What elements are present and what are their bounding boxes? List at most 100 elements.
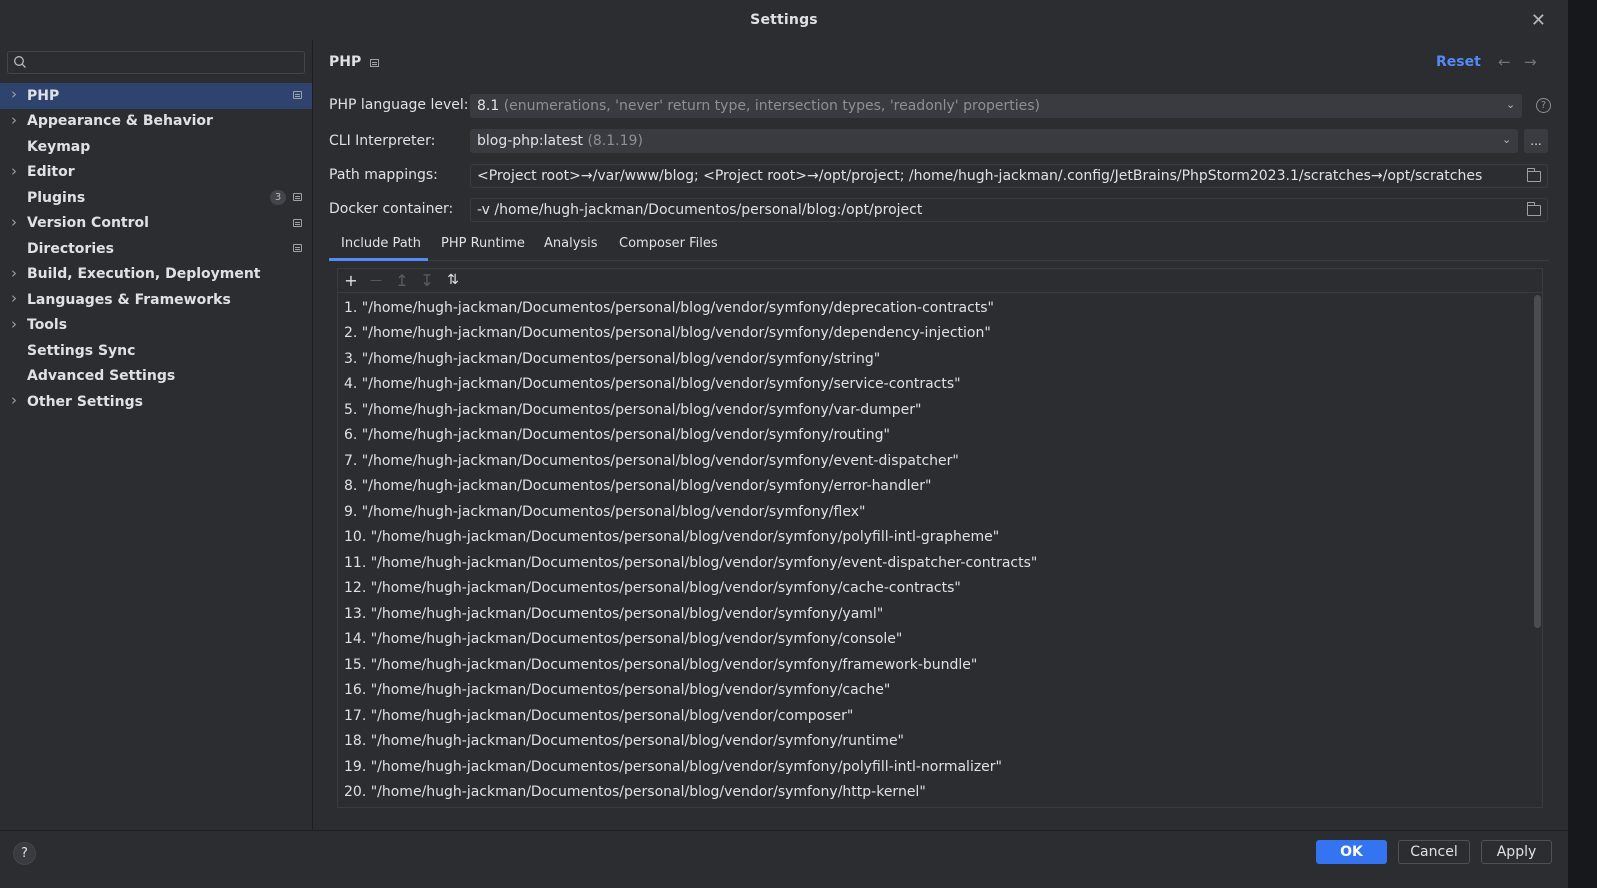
sidebar-item[interactable]: Keymap xyxy=(0,134,312,160)
list-item[interactable]: 5. "/home/hugh-jackman/Documentos/person… xyxy=(344,397,1530,423)
list-item[interactable]: 14. "/home/hugh-jackman/Documentos/perso… xyxy=(344,627,1530,653)
move-down-icon[interactable]: ↧ xyxy=(417,270,437,290)
cli-interpreter-value: blog-php:latest xyxy=(477,133,583,149)
vertical-scrollbar[interactable] xyxy=(1534,295,1541,628)
sort-icon[interactable]: ⇅ xyxy=(443,270,463,290)
list-item[interactable]: 11. "/home/hugh-jackman/Documentos/perso… xyxy=(344,550,1530,576)
sidebar-item[interactable]: › PHP xyxy=(0,83,312,109)
apply-button[interactable]: Apply xyxy=(1481,840,1552,864)
list-item[interactable]: 7. "/home/hugh-jackman/Documentos/person… xyxy=(344,448,1530,474)
sidebar-item-label: Directories xyxy=(27,240,114,257)
remove-icon[interactable]: — xyxy=(366,270,386,290)
help-icon[interactable]: ? xyxy=(1536,98,1551,113)
include-path-list: + — ↥ ↧ ⇅ 1. "/home/hugh-jackman/Documen… xyxy=(337,268,1543,808)
cli-interpreter-select[interactable]: blog-php:latest (8.1.19) ⌄ xyxy=(470,129,1518,153)
sidebar-item-label: PHP xyxy=(27,87,60,104)
move-up-icon[interactable]: ↥ xyxy=(392,270,412,290)
list-item[interactable]: 15. "/home/hugh-jackman/Documentos/perso… xyxy=(344,652,1530,678)
list-item[interactable]: 9. "/home/hugh-jackman/Documentos/person… xyxy=(344,499,1530,525)
language-level-label: PHP language level: xyxy=(329,97,469,113)
chevron-down-icon: ⌄ xyxy=(1502,133,1512,146)
tab-include-path[interactable]: Include Path xyxy=(341,236,421,251)
sidebar-item-label: Other Settings xyxy=(27,393,143,410)
project-level-icon xyxy=(293,193,302,201)
sidebar-item[interactable]: › Build, Execution, Deployment xyxy=(0,262,312,288)
cli-interpreter-label: CLI Interpreter: xyxy=(329,133,436,149)
settings-search-input[interactable] xyxy=(7,51,305,74)
docker-container-field[interactable]: -v /home/hugh-jackman/Documentos/persona… xyxy=(470,198,1548,222)
include-path-rows: 1. "/home/hugh-jackman/Documentos/person… xyxy=(344,295,1530,805)
list-item[interactable]: 8. "/home/hugh-jackman/Documentos/person… xyxy=(344,474,1530,500)
sidebar-item[interactable]: › Languages & Frameworks xyxy=(0,287,312,313)
sidebar-item[interactable]: Settings Sync xyxy=(0,338,312,364)
project-level-icon xyxy=(370,59,379,67)
sidebar-item[interactable]: Plugins 3 xyxy=(0,185,312,211)
list-item[interactable]: 19. "/home/hugh-jackman/Documentos/perso… xyxy=(344,754,1530,780)
language-level-value: 8.1 xyxy=(477,98,500,114)
settings-tree: › PHP › Appearance & Behavior Keymap › Editor P… xyxy=(0,83,312,415)
list-item[interactable]: 12. "/home/hugh-jackman/Documentos/perso… xyxy=(344,576,1530,602)
list-item[interactable]: 17. "/home/hugh-jackman/Documentos/perso… xyxy=(344,703,1530,729)
sidebar-item-label: Languages & Frameworks xyxy=(27,291,231,308)
ok-button[interactable]: OK xyxy=(1316,840,1387,864)
tab-php-runtime[interactable]: PHP Runtime xyxy=(441,236,525,251)
chevron-right-icon[interactable]: › xyxy=(11,111,23,129)
language-level-select[interactable]: 8.1 (enumerations, 'never' return type, … xyxy=(470,94,1522,118)
cancel-button[interactable]: Cancel xyxy=(1398,840,1470,864)
project-level-icon xyxy=(293,91,302,99)
sidebar-item-label: Build, Execution, Deployment xyxy=(27,266,261,283)
back-arrow-icon[interactable]: ← xyxy=(1498,53,1511,71)
chevron-right-icon[interactable]: › xyxy=(11,264,23,282)
dialog-title: Settings xyxy=(750,12,818,28)
list-item[interactable]: 16. "/home/hugh-jackman/Documentos/perso… xyxy=(344,678,1530,704)
forward-arrow-icon[interactable]: → xyxy=(1524,53,1537,71)
docker-container-label: Docker container: xyxy=(329,201,454,217)
list-item[interactable]: 10. "/home/hugh-jackman/Documentos/perso… xyxy=(344,525,1530,551)
path-mappings-field[interactable]: <Project root>→/var/www/blog; <Project r… xyxy=(470,164,1548,188)
close-icon[interactable]: ✕ xyxy=(1531,10,1546,31)
path-mappings-value: <Project root>→/var/www/blog; <Project r… xyxy=(477,168,1483,184)
folder-icon[interactable] xyxy=(1527,202,1541,216)
tab-composer-files[interactable]: Composer Files xyxy=(619,236,718,251)
chevron-down-icon: ⌄ xyxy=(1506,98,1516,111)
sidebar-item[interactable]: › Appearance & Behavior xyxy=(0,109,312,135)
list-item[interactable]: 18. "/home/hugh-jackman/Documentos/perso… xyxy=(344,729,1530,755)
list-item[interactable]: 1. "/home/hugh-jackman/Documentos/person… xyxy=(344,295,1530,321)
chevron-right-icon[interactable]: › xyxy=(11,162,23,180)
sidebar-item[interactable]: Advanced Settings xyxy=(0,364,312,390)
project-level-icon xyxy=(293,244,302,252)
interpreter-more-button[interactable]: ... xyxy=(1524,129,1548,153)
tab-analysis[interactable]: Analysis xyxy=(544,236,598,251)
settings-sidebar: › PHP › Appearance & Behavior Keymap › Editor P… xyxy=(0,40,313,830)
chevron-right-icon[interactable]: › xyxy=(11,213,23,231)
sidebar-item[interactable]: › Version Control xyxy=(0,211,312,237)
sidebar-item-label: Settings Sync xyxy=(27,342,136,359)
list-item[interactable]: 4. "/home/hugh-jackman/Documentos/person… xyxy=(344,372,1530,398)
folder-icon[interactable] xyxy=(1527,168,1541,182)
chevron-right-icon[interactable]: › xyxy=(11,289,23,307)
chevron-right-icon[interactable]: › xyxy=(11,315,23,333)
sidebar-item[interactable]: Directories xyxy=(0,236,312,262)
chevron-right-icon[interactable]: › xyxy=(11,391,23,409)
sidebar-item-label: Version Control xyxy=(27,215,149,232)
settings-dialog: Settings ✕ › PHP › Appearance & Behavior Key… xyxy=(0,0,1568,888)
language-level-detail: (enumerations, 'never' return type, inte… xyxy=(503,98,1041,114)
sidebar-item[interactable]: › Tools xyxy=(0,313,312,339)
sidebar-item-label: Keymap xyxy=(27,138,91,155)
reset-button[interactable]: Reset xyxy=(1436,54,1481,70)
add-icon[interactable]: + xyxy=(341,270,361,290)
sidebar-item-label: Advanced Settings xyxy=(27,368,176,385)
cli-interpreter-version: (8.1.19) xyxy=(587,133,643,149)
chevron-right-icon[interactable]: › xyxy=(11,85,23,103)
help-button[interactable]: ? xyxy=(13,842,36,865)
list-item[interactable]: 2. "/home/hugh-jackman/Documentos/person… xyxy=(344,321,1530,347)
project-level-icon xyxy=(293,218,302,227)
list-item[interactable]: 6. "/home/hugh-jackman/Documentos/person… xyxy=(344,423,1530,449)
include-path-toolbar: + — ↥ ↧ ⇅ xyxy=(338,269,1542,293)
list-item[interactable]: 3. "/home/hugh-jackman/Documentos/person… xyxy=(344,346,1530,372)
list-item[interactable]: 13. "/home/hugh-jackman/Documentos/perso… xyxy=(344,601,1530,627)
sidebar-item-label: Editor xyxy=(27,164,75,181)
list-item[interactable]: 20. "/home/hugh-jackman/Documentos/perso… xyxy=(344,780,1530,806)
sidebar-item[interactable]: › Editor xyxy=(0,160,312,186)
sidebar-item[interactable]: › Other Settings xyxy=(0,389,312,415)
